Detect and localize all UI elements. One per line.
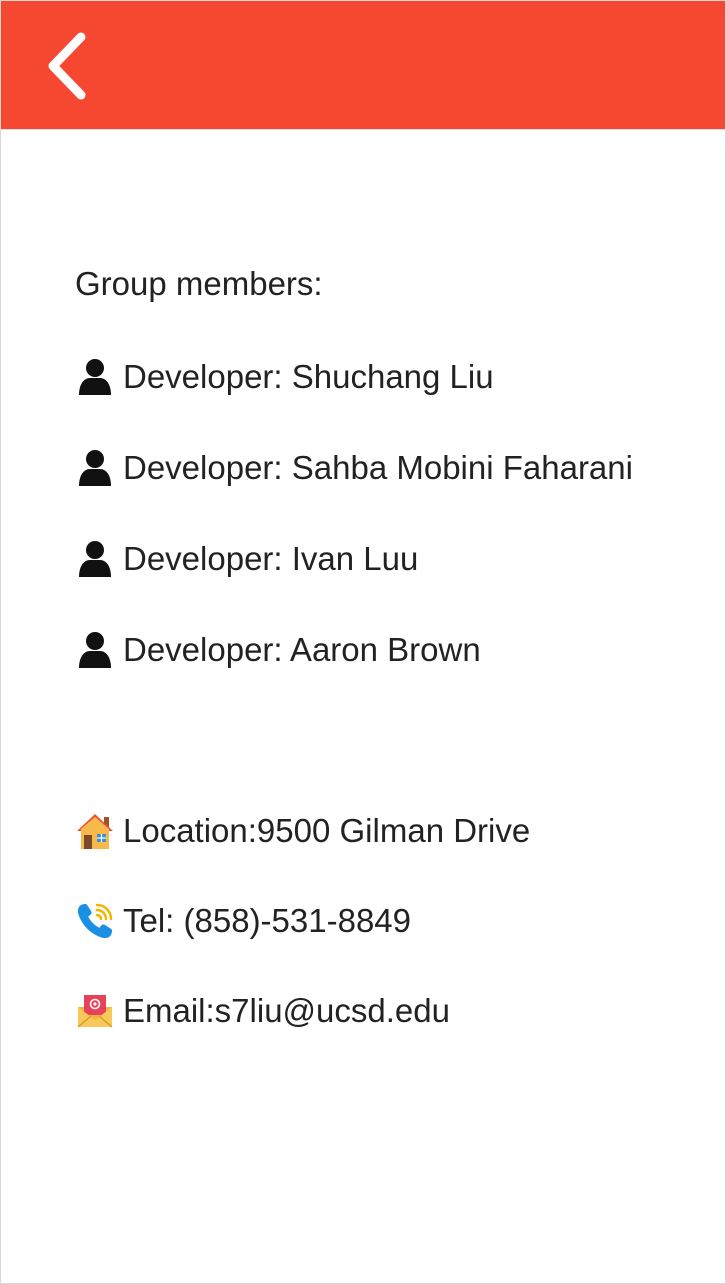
- location-row: Location:9500 Gilman Drive: [75, 809, 530, 853]
- chevron-left-icon: [48, 32, 86, 100]
- email-label: Email:s7liu@ucsd.edu: [123, 992, 450, 1029]
- member-label: Developer: Shuchang Liu: [123, 358, 494, 395]
- member-row: Developer: Shuchang Liu: [75, 355, 494, 399]
- tel-label: Tel: (858)-531-8849: [123, 902, 412, 939]
- email-row: Email:s7liu@ucsd.edu: [75, 989, 450, 1033]
- about-screen: Group members: Developer: Shuchang Liu D…: [0, 0, 726, 1284]
- house-icon: [75, 811, 115, 851]
- member-label: Developer: Ivan Luu: [123, 540, 419, 577]
- tel-row: Tel: (858)-531-8849: [75, 899, 411, 943]
- member-label: Developer: Aaron Brown: [123, 631, 481, 668]
- user-icon: [75, 539, 115, 579]
- top-app-bar: [1, 1, 725, 130]
- member-row: Developer: Ivan Luu: [75, 537, 418, 581]
- phone-icon: [75, 901, 115, 941]
- location-label: Location:9500 Gilman Drive: [123, 812, 531, 849]
- user-icon: [75, 357, 115, 397]
- email-icon: [75, 991, 115, 1031]
- member-label: Developer: Sahba Mobini Faharani: [123, 449, 633, 486]
- user-icon: [75, 630, 115, 670]
- back-button[interactable]: [31, 23, 103, 109]
- user-icon: [75, 448, 115, 488]
- group-members-heading: Group members:: [75, 265, 323, 302]
- member-row: Developer: Aaron Brown: [75, 628, 481, 672]
- member-row: Developer: Sahba Mobini Faharani: [75, 446, 633, 490]
